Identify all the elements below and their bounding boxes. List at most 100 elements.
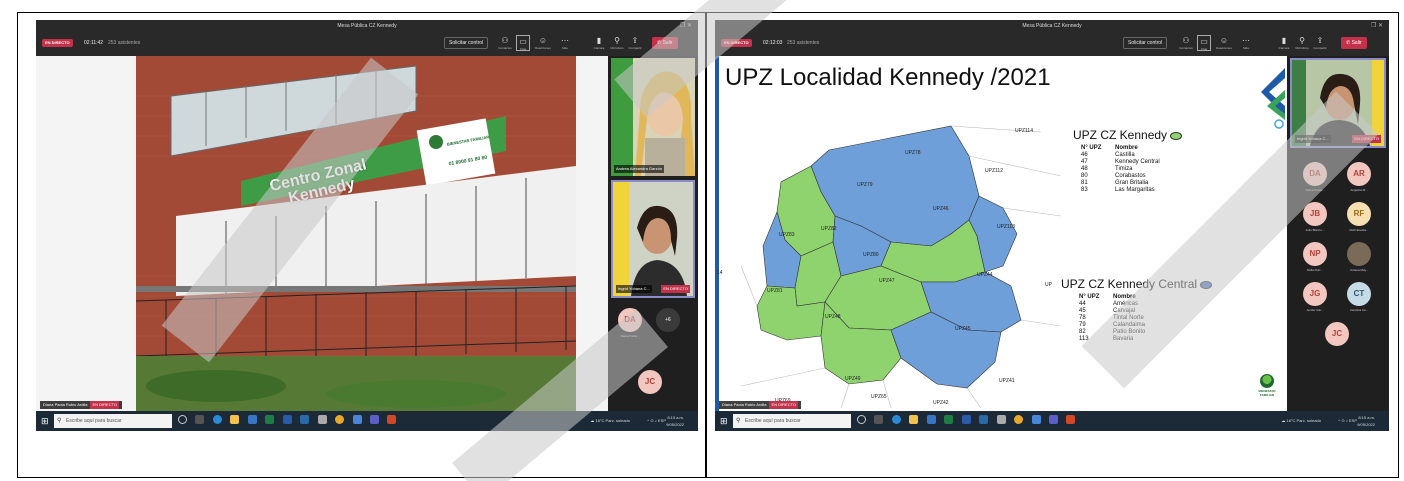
map-region-label: UPZ65	[871, 394, 887, 400]
cortana-icon[interactable]	[178, 415, 187, 424]
participant-video-tile[interactable]: Andrea Alexandra Garzón	[611, 58, 695, 176]
participant-avatar[interactable]: JC	[1325, 322, 1349, 346]
upz-number: 45	[1079, 308, 1086, 314]
upz-name: Tintal Norte	[1113, 315, 1144, 321]
file-explorer-icon[interactable]	[909, 415, 919, 424]
participant-avatar[interactable]: JG	[1303, 282, 1327, 306]
outlook-icon[interactable]	[300, 415, 310, 424]
attendee-count: 253 asistentes	[787, 40, 820, 46]
reactions-icon[interactable]: ☺ Reacciones	[535, 35, 551, 51]
search-icon: ⚲	[57, 418, 62, 424]
participant-video-tile-speaking[interactable]: Ingrid Yohana C... EN DIRECTO	[611, 180, 695, 298]
participant-avatar[interactable]: CT	[1347, 282, 1371, 306]
chrome-icon[interactable]	[335, 415, 345, 424]
participant-video	[611, 58, 695, 176]
map-region-label: UPZ112	[985, 168, 1003, 174]
tray-icons[interactable]: ^ ⊙ ♪ ESP	[1338, 418, 1357, 423]
people-icon[interactable]: ⚇ Contactos	[1179, 35, 1193, 51]
powerpoint-icon[interactable]	[1066, 415, 1076, 424]
mic-icon[interactable]: ⚲ Micrófono	[1295, 35, 1309, 51]
chat-icon[interactable]: ▭ Chat	[516, 35, 530, 51]
weather-widget[interactable]: ☁ 16°C Parc. soleado	[1281, 418, 1321, 423]
taskbar-clock[interactable]: 8:15 a.m. 9/05/2022	[666, 414, 684, 428]
more-icon[interactable]: ⋯ Más	[1239, 35, 1253, 51]
map-region-label: UPZ114	[1015, 128, 1033, 134]
leave-button[interactable]: ✆ Salir	[1341, 37, 1367, 49]
presenter-name-tag: Diana Paola Rubio Ardila EN DIRECTO	[40, 401, 123, 409]
participant-video	[1292, 60, 1384, 146]
live-badge: EN DIRECTO	[1352, 135, 1381, 143]
leave-button[interactable]: ✆ Salir	[652, 37, 678, 49]
map-region-label: UPZ78	[905, 150, 921, 156]
document-page: Mesa Pública CZ Kennedy ❐ ✕ EN DIRECTO 0…	[0, 0, 1404, 481]
task-view-icon[interactable]	[195, 415, 205, 424]
more-icon[interactable]: ⋯ Más	[558, 35, 572, 51]
shared-presentation-stage: UPZ Localidad Kennedy /2021 UPZ114 UPZ78…	[715, 56, 1287, 411]
weather-widget[interactable]: ☁ 16°C Parc. soleado	[590, 418, 630, 423]
table-row: 83 Las Margaritas	[1081, 187, 1160, 194]
participant-avatar[interactable]: DA	[618, 308, 642, 332]
table-row: 81 Gran Britalia	[1081, 180, 1160, 187]
excel-icon[interactable]	[265, 415, 275, 424]
app-icon[interactable]	[317, 415, 327, 424]
map-region-label: UPZ45	[955, 326, 971, 332]
file-explorer-icon[interactable]	[230, 415, 240, 424]
reactions-icon[interactable]: ☺ Reacciones	[1216, 35, 1232, 51]
share-icon[interactable]: ⇪ Compartir	[628, 35, 642, 51]
participants-panel: Andrea Alexandra Garzón Ingrid Yohana C.…	[608, 56, 698, 411]
upz-name: Gran Britalia	[1115, 180, 1149, 186]
participant-avatar[interactable]: AR	[1347, 162, 1371, 186]
participant-avatar[interactable]: JB	[1303, 202, 1327, 226]
participant-photo-avatar[interactable]	[1347, 242, 1371, 266]
request-control-button[interactable]: Solicitar control	[444, 37, 489, 49]
app-icon[interactable]	[352, 415, 362, 424]
app-icon[interactable]	[996, 415, 1006, 424]
windows-start-icon[interactable]: ⊞	[41, 416, 49, 426]
share-icon[interactable]: ⇪ Compartir	[1313, 35, 1327, 51]
participant-name: Ingrid Yohana C...	[616, 285, 652, 293]
window-controls[interactable]: ❐ ✕	[680, 20, 692, 32]
taskbar-search-input[interactable]: ⚲ Escribe aquí para buscar	[733, 414, 851, 428]
store-icon[interactable]	[247, 415, 257, 424]
tray-icons[interactable]: ^ ⊙ ♪ ESP	[647, 418, 666, 423]
upz-number: 113	[1079, 336, 1089, 342]
word-icon[interactable]	[282, 415, 292, 424]
teams-icon[interactable]	[1048, 415, 1058, 424]
windows-start-icon[interactable]: ⊞	[720, 416, 728, 426]
app-icon[interactable]	[1031, 415, 1041, 424]
upz-name: Castilla	[1115, 152, 1135, 158]
participant-name: Andrea Alexandra Garzón	[614, 165, 665, 173]
edge-icon[interactable]	[212, 415, 222, 424]
task-view-icon[interactable]	[874, 415, 884, 424]
window-controls[interactable]: ❐ ✕	[1371, 20, 1383, 32]
participant-avatar[interactable]: JC	[638, 370, 662, 394]
more-participants-avatar[interactable]: +6	[656, 308, 680, 332]
icbf-chevron-logo	[1261, 68, 1285, 129]
participant-avatar[interactable]: RF	[1347, 202, 1371, 226]
mic-icon[interactable]: ⚲ Micrófono	[610, 35, 624, 51]
chrome-icon[interactable]	[1014, 415, 1024, 424]
excel-icon[interactable]	[944, 415, 954, 424]
teams-icon[interactable]	[369, 415, 379, 424]
system-tray: ☁ 16°C Parc. soleado ^ ⊙ ♪ ESP 8:15 a.m.…	[1213, 413, 1383, 429]
request-control-button[interactable]: Solicitar control	[1123, 37, 1168, 49]
people-icon[interactable]: ⚇ Contactos	[498, 35, 512, 51]
cortana-icon[interactable]	[857, 415, 866, 424]
taskbar-clock[interactable]: 8:15 a.m. 9/05/2022	[1357, 414, 1375, 428]
participant-avatar[interactable]: NP	[1303, 242, 1327, 266]
edge-icon[interactable]	[891, 415, 901, 424]
map-region-label: 14	[717, 270, 723, 276]
table-row: 48 Timiza	[1081, 166, 1160, 173]
outlook-icon[interactable]	[979, 415, 989, 424]
participant-video-tile-speaking[interactable]: Ingrid Yohana C... EN DIRECTO	[1290, 58, 1386, 148]
participant-avatar[interactable]: DA	[1303, 162, 1327, 186]
powerpoint-icon[interactable]	[387, 415, 397, 424]
taskbar-search-input[interactable]: ⚲ Escribe aquí para buscar	[54, 414, 172, 428]
store-icon[interactable]	[926, 415, 936, 424]
word-icon[interactable]	[961, 415, 971, 424]
windows-taskbar: ⊞ ⚲ Escribe aquí para buscar ☁ 16°C Parc.…	[715, 411, 1389, 431]
camera-icon[interactable]: ▮ Cámara	[592, 35, 606, 51]
camera-icon[interactable]: ▮ Cámara	[1277, 35, 1291, 51]
chat-icon[interactable]: ▭ Chat	[1197, 35, 1211, 51]
map-region-label: UP	[1045, 282, 1052, 288]
